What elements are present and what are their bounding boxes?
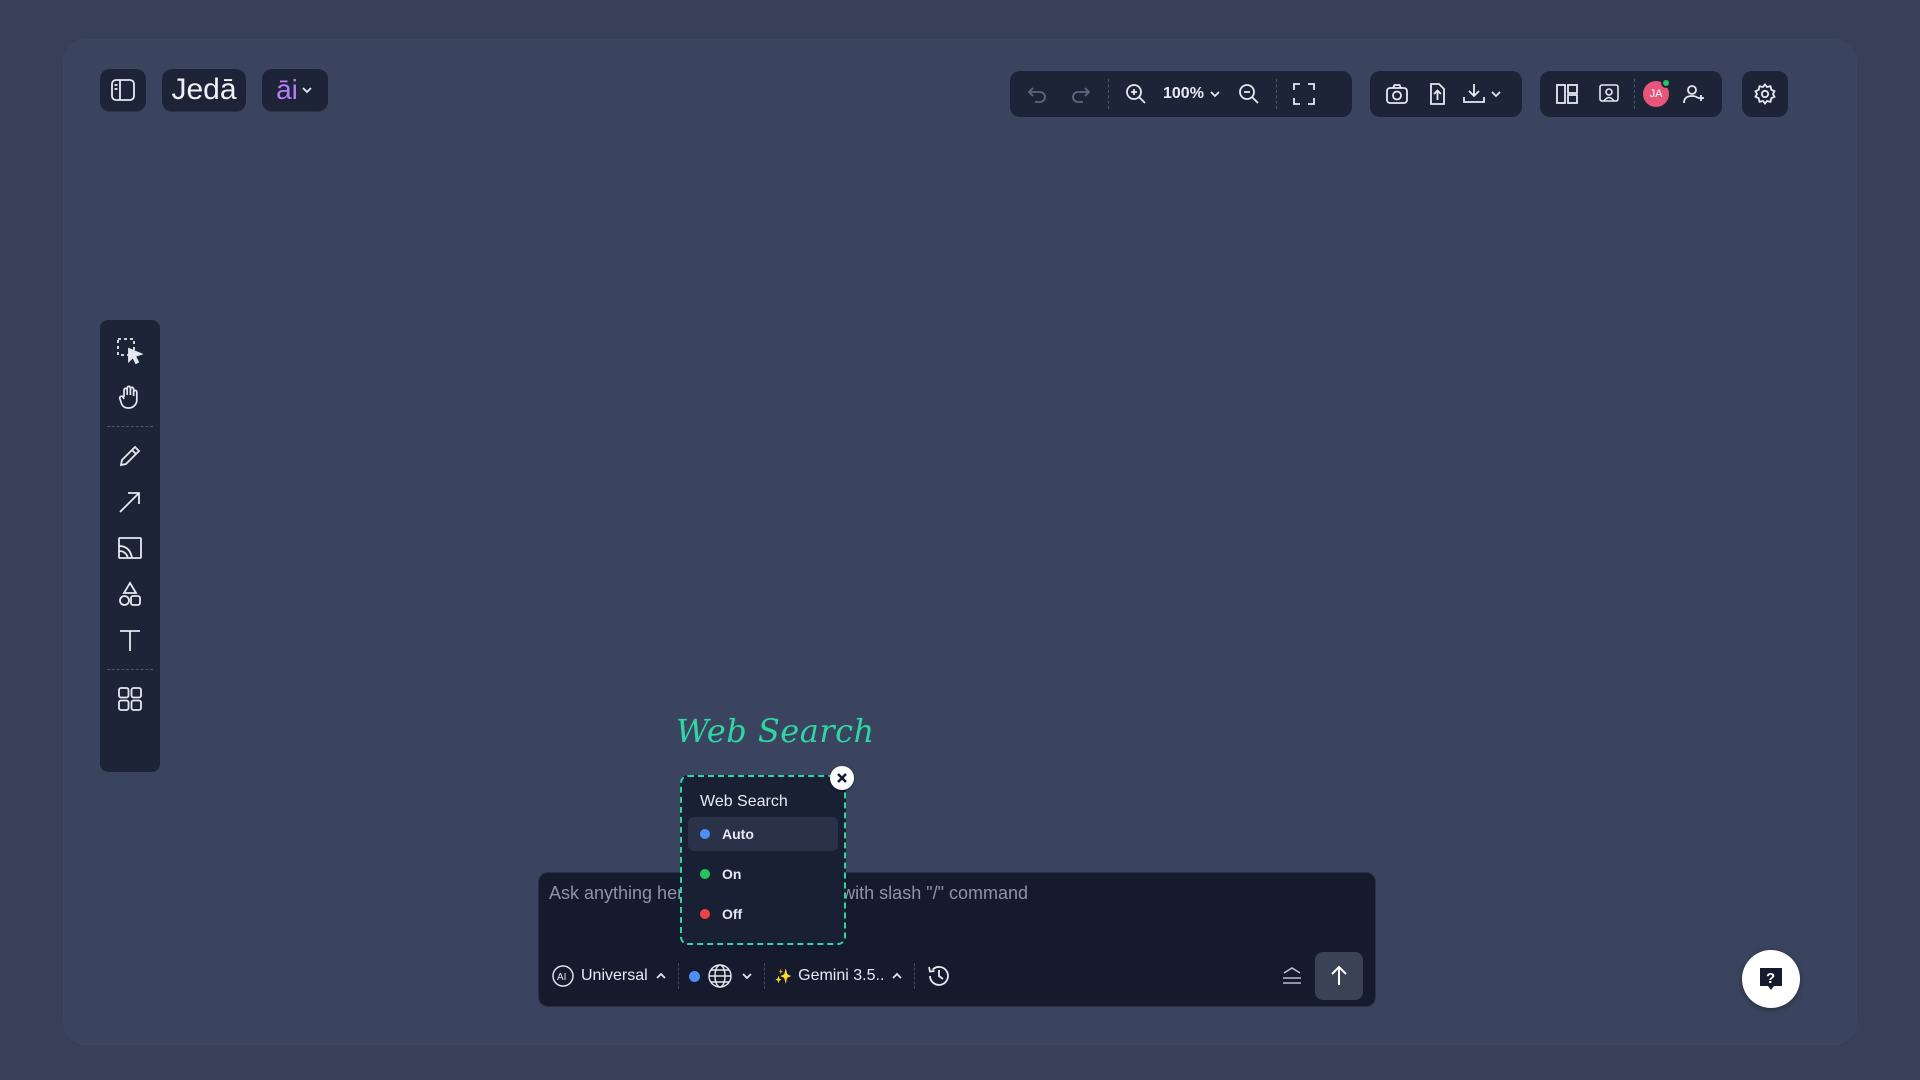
mode-selector[interactable]: AI Universal xyxy=(551,964,668,988)
toolbar-divider xyxy=(107,669,153,670)
toolbar-divider xyxy=(1634,79,1635,109)
history-icon xyxy=(928,966,950,986)
hand-tool-icon[interactable] xyxy=(108,374,152,420)
text-tool-icon[interactable] xyxy=(108,617,152,663)
components-grid-icon[interactable] xyxy=(108,676,152,722)
settings-button[interactable] xyxy=(1742,71,1788,117)
zoom-level-value: 100% xyxy=(1163,85,1204,102)
toolbar-divider xyxy=(107,426,153,427)
popover-title: Web Search xyxy=(700,793,788,810)
add-user-icon[interactable] xyxy=(1677,77,1711,111)
sidebar-toggle-icon[interactable] xyxy=(100,69,146,111)
status-dot xyxy=(700,829,710,839)
web-search-status-dot xyxy=(688,970,700,982)
collaboration-toolbar: JA xyxy=(1540,71,1722,117)
mode-label: Universal xyxy=(581,967,648,984)
online-status-dot xyxy=(1661,78,1671,88)
web-search-option-on[interactable]: On xyxy=(688,857,838,891)
zoom-out-icon[interactable] xyxy=(1232,77,1266,111)
option-label: Auto xyxy=(722,826,754,842)
layout-panels-icon[interactable] xyxy=(1550,77,1584,111)
toolbar-divider xyxy=(677,963,679,989)
option-label: On xyxy=(722,866,742,882)
user-avatar[interactable]: JA xyxy=(1643,78,1671,107)
send-button[interactable] xyxy=(1315,952,1363,1000)
status-dot xyxy=(700,869,710,879)
web-search-option-off[interactable]: Off xyxy=(688,897,838,931)
help-icon: ? xyxy=(1760,968,1782,990)
chevron-up-icon xyxy=(656,972,666,979)
arrow-tool-icon[interactable] xyxy=(108,479,152,525)
toolbar-divider xyxy=(763,963,765,989)
image-tool-icon[interactable] xyxy=(108,525,152,571)
collapse-icon xyxy=(1283,967,1301,984)
user-initials: JA xyxy=(1649,88,1663,100)
composer-toolbar: AI Universal ✨ Gemini 3.5.. xyxy=(551,952,1363,1000)
shapes-tool-icon[interactable] xyxy=(108,571,152,617)
sparkle-icon: ✨ xyxy=(774,967,793,984)
annotation-label: Web Search xyxy=(676,712,875,750)
export-toolbar xyxy=(1370,71,1522,117)
chevron-down-icon xyxy=(1210,91,1220,98)
share-upload-icon[interactable] xyxy=(1420,77,1454,111)
zoom-level-dropdown[interactable]: 100% xyxy=(1163,85,1222,103)
chevron-down-icon xyxy=(742,973,752,980)
ai-menu-button[interactable]: āi xyxy=(262,69,328,111)
toolbar-divider xyxy=(1275,79,1277,109)
chevron-down-icon xyxy=(300,83,314,97)
camera-icon[interactable] xyxy=(1380,77,1414,111)
drawing-toolbar xyxy=(100,320,160,772)
ai-composer: AI Universal ✨ Gemini 3.5.. xyxy=(538,872,1376,1007)
chevron-up-icon xyxy=(892,972,903,979)
web-search-option-auto[interactable]: Auto xyxy=(688,817,838,851)
web-search-popover: Web Search Auto On Off xyxy=(680,775,846,945)
ai-mode-icon: AI xyxy=(552,965,574,987)
redo-icon[interactable] xyxy=(1064,77,1098,111)
svg-text:?: ? xyxy=(1766,970,1775,987)
brand-logo-text: Jedā xyxy=(171,73,237,106)
ai-label: āi xyxy=(276,74,298,105)
pencil-tool-icon[interactable] xyxy=(108,433,152,479)
select-tool-icon[interactable] xyxy=(108,328,152,374)
model-selector[interactable]: ✨ Gemini 3.5.. xyxy=(775,967,905,985)
zoom-in-icon[interactable] xyxy=(1119,77,1153,111)
present-icon[interactable] xyxy=(1592,77,1626,111)
status-dot xyxy=(700,909,710,919)
help-button[interactable]: ? xyxy=(1742,950,1800,1008)
history-zoom-toolbar: 100% xyxy=(1010,71,1352,117)
web-search-selector[interactable] xyxy=(688,962,754,990)
svg-text:AI: AI xyxy=(557,972,566,983)
fit-screen-icon[interactable] xyxy=(1287,77,1321,111)
model-label: Gemini 3.5.. xyxy=(798,967,885,984)
option-label: Off xyxy=(722,906,743,922)
toolbar-divider xyxy=(914,963,916,989)
close-icon xyxy=(837,773,847,783)
collapse-composer-button[interactable] xyxy=(1279,963,1305,989)
arrow-up-icon xyxy=(1331,965,1347,985)
undo-icon[interactable] xyxy=(1020,77,1054,111)
gear-icon xyxy=(1753,82,1777,106)
download-icon[interactable] xyxy=(1460,77,1506,111)
globe-icon xyxy=(707,964,732,988)
brand-logo[interactable]: Jedā xyxy=(162,69,246,111)
history-button[interactable] xyxy=(925,962,953,990)
close-popover-button[interactable] xyxy=(830,766,854,790)
prompt-input[interactable] xyxy=(549,883,1359,943)
toolbar-divider xyxy=(1108,79,1109,109)
